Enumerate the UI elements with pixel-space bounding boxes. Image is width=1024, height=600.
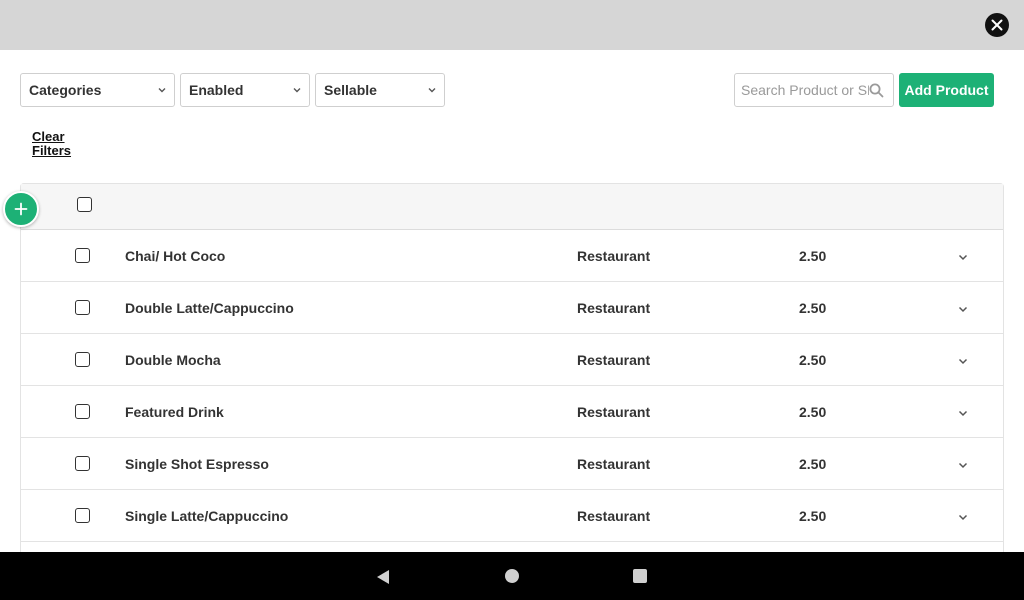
product-price: 2.50 bbox=[799, 352, 827, 368]
product-price: 2.50 bbox=[799, 300, 827, 316]
select-all-checkbox[interactable] bbox=[77, 197, 92, 212]
table-row[interactable]: Double Mocha Restaurant 2.50 bbox=[21, 334, 1003, 386]
row-checkbox[interactable] bbox=[75, 352, 90, 367]
nav-home-icon[interactable] bbox=[505, 569, 519, 583]
chevron-down-icon[interactable] bbox=[957, 511, 969, 523]
plus-icon bbox=[14, 202, 28, 216]
status-filter[interactable]: Enabled bbox=[180, 73, 310, 107]
row-checkbox[interactable] bbox=[75, 300, 90, 315]
product-name: Single Shot Espresso bbox=[125, 456, 269, 472]
search-input[interactable] bbox=[741, 74, 869, 106]
product-category: Restaurant bbox=[577, 404, 651, 420]
table-row[interactable]: Single Shot Espresso Restaurant 2.50 bbox=[21, 438, 1003, 490]
table-body: Chai/ Hot Coco Restaurant 2.50 Double Latte… bbox=[21, 230, 1003, 542]
search-box bbox=[734, 73, 894, 107]
top-bar bbox=[0, 0, 1024, 50]
status-filter-value: Enabled bbox=[189, 82, 244, 98]
chevron-down-icon[interactable] bbox=[957, 355, 969, 367]
product-price: 2.50 bbox=[799, 404, 827, 420]
clear-filters-link[interactable]: Clear Filters bbox=[32, 130, 92, 158]
product-name: Double Mocha bbox=[125, 352, 221, 368]
chevron-down-icon bbox=[428, 88, 436, 93]
chevron-down-icon bbox=[158, 88, 166, 93]
products-modal: Categories Enabled Sellable Add Product … bbox=[0, 50, 1024, 552]
search-icon[interactable] bbox=[869, 83, 884, 98]
product-name: Single Latte/Cappuccino bbox=[125, 508, 289, 524]
product-name: Featured Drink bbox=[125, 404, 224, 420]
sellable-filter-value: Sellable bbox=[324, 82, 377, 98]
table-row[interactable]: Featured Drink Restaurant 2.50 bbox=[21, 386, 1003, 438]
nav-recents-icon[interactable] bbox=[633, 569, 647, 583]
product-name: Chai/ Hot Coco bbox=[125, 248, 226, 264]
add-product-button[interactable]: Add Product bbox=[899, 73, 994, 107]
row-checkbox[interactable] bbox=[75, 248, 90, 263]
product-category: Restaurant bbox=[577, 508, 651, 524]
chevron-down-icon[interactable] bbox=[957, 459, 969, 471]
product-name: Double Latte/Cappuccino bbox=[125, 300, 294, 316]
product-category: Restaurant bbox=[577, 300, 651, 316]
row-checkbox[interactable] bbox=[75, 404, 90, 419]
chevron-down-icon[interactable] bbox=[957, 303, 969, 315]
row-checkbox[interactable] bbox=[75, 508, 90, 523]
table-row[interactable]: Single Latte/Cappuccino Restaurant 2.50 bbox=[21, 490, 1003, 542]
table-row[interactable]: Chai/ Hot Coco Restaurant 2.50 bbox=[21, 230, 1003, 282]
table-header bbox=[21, 184, 1003, 230]
product-price: 2.50 bbox=[799, 248, 827, 264]
product-price: 2.50 bbox=[799, 508, 827, 524]
chevron-down-icon bbox=[293, 88, 301, 93]
nav-back-icon[interactable] bbox=[375, 569, 391, 585]
row-checkbox[interactable] bbox=[75, 456, 90, 471]
category-filter-value: Categories bbox=[29, 82, 102, 98]
sellable-filter[interactable]: Sellable bbox=[315, 73, 445, 107]
table-row[interactable]: Double Latte/Cappuccino Restaurant 2.50 bbox=[21, 282, 1003, 334]
product-category: Restaurant bbox=[577, 456, 651, 472]
chevron-down-icon[interactable] bbox=[957, 407, 969, 419]
close-icon bbox=[991, 19, 1003, 31]
products-table: Chai/ Hot Coco Restaurant 2.50 Double Latte… bbox=[20, 183, 1004, 552]
product-price: 2.50 bbox=[799, 456, 827, 472]
product-category: Restaurant bbox=[577, 352, 651, 368]
product-category: Restaurant bbox=[577, 248, 651, 264]
category-filter[interactable]: Categories bbox=[20, 73, 175, 107]
close-button[interactable] bbox=[985, 13, 1009, 37]
chevron-down-icon[interactable] bbox=[957, 251, 969, 263]
add-button[interactable] bbox=[3, 191, 39, 227]
android-nav-bar bbox=[0, 552, 1024, 600]
